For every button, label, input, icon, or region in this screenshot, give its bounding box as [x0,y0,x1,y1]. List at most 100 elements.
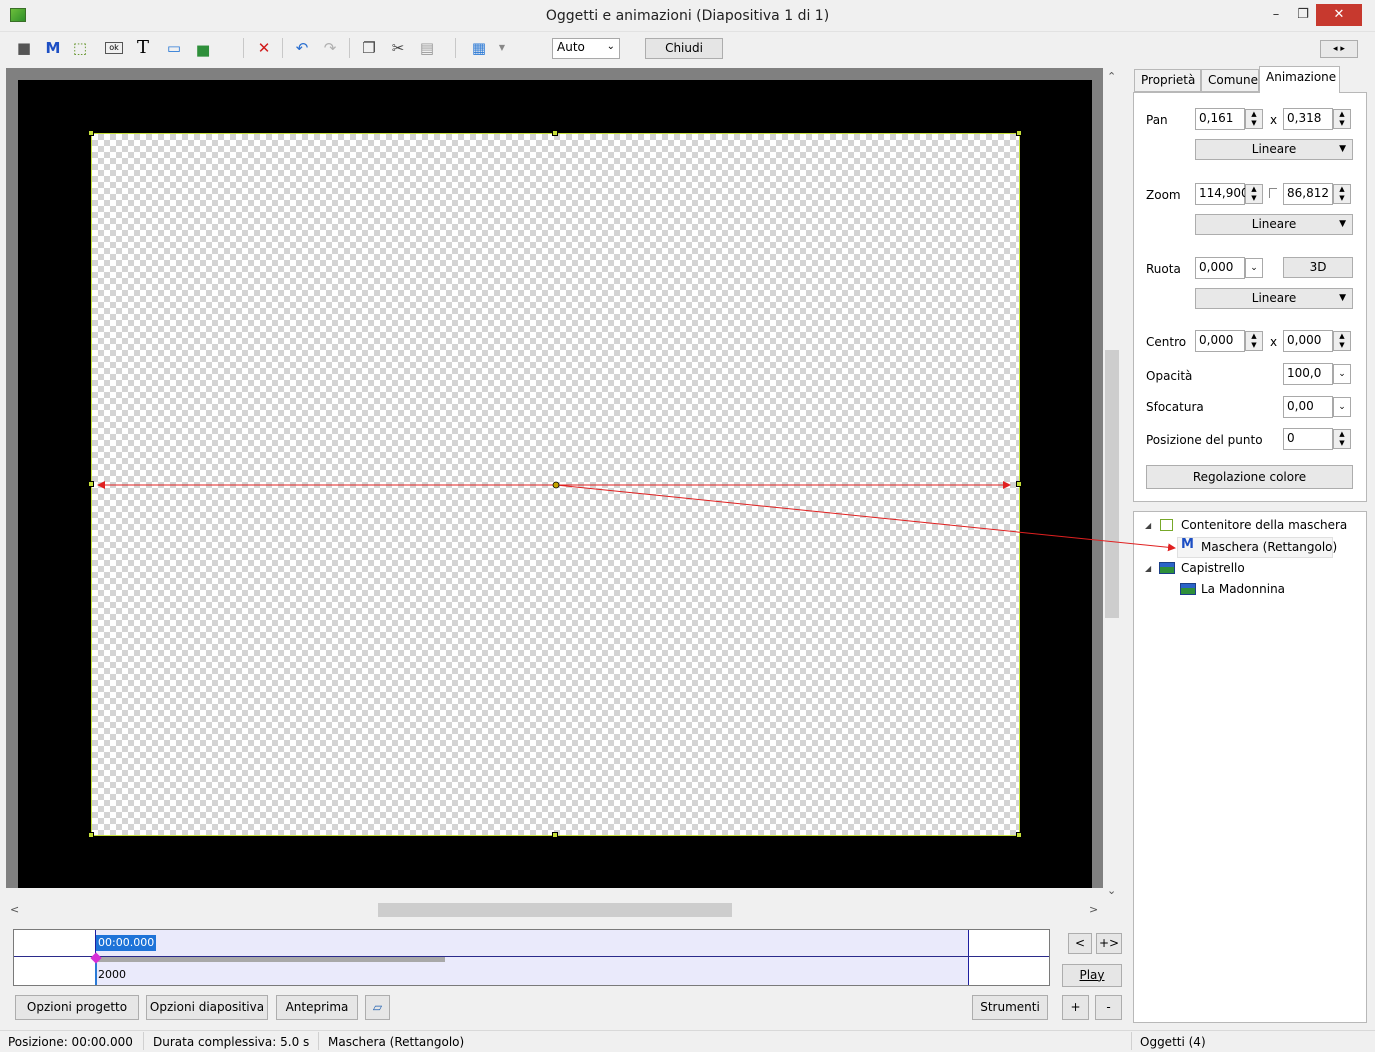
zoom-x-spinner[interactable]: ▲ ▼ [1245,184,1263,204]
opacity-dropdown[interactable]: ⌄ [1333,364,1351,384]
panel-nav-arrows[interactable]: ◂ ▸ [1320,40,1358,58]
tree-expand-icon[interactable]: ◢ [1145,564,1151,573]
frame-icon[interactable]: ⬚ [70,38,90,58]
tab-animation[interactable]: Animazione [1259,66,1340,93]
grid-icon[interactable]: ▦ [469,38,489,58]
prev-keyframe-button[interactable]: < [1068,933,1092,954]
rotate-interpolation-select[interactable]: Lineare ▼ [1195,288,1353,309]
preview-button[interactable]: Anteprima [276,995,358,1020]
mask-icon[interactable]: M [43,38,63,58]
zoom-interpolation-select[interactable]: Lineare ▼ [1195,214,1353,235]
opacity-input[interactable]: 100,0 [1283,363,1333,385]
resize-handle[interactable] [88,832,94,838]
button-icon[interactable]: ok [105,42,123,54]
close-window-button[interactable]: ✕ [1316,4,1362,26]
cut-icon[interactable]: ✂ [388,38,408,58]
frame-shape-icon[interactable]: ▱ [365,995,390,1020]
toolbar-separator [243,38,244,58]
tree-item[interactable]: Capistrello [1181,558,1245,578]
center-x-input[interactable]: 0,000 [1195,330,1245,352]
scroll-up-icon[interactable]: ⌃ [1107,70,1116,83]
horizontal-scrollbar[interactable]: < > [6,901,1103,919]
remove-keyframe-button[interactable]: - [1095,995,1122,1020]
zoom-x-input[interactable]: 114,900 [1195,183,1249,205]
status-duration: Durata complessiva: 5.0 s [153,1035,310,1049]
zoom-link-icon[interactable] [1269,188,1277,198]
x-separator: x [1270,113,1278,127]
rectangle-icon[interactable]: ▭ [164,38,184,58]
rotate-label: Ruota [1146,262,1181,276]
point-position-label: Posizione del punto [1146,433,1263,447]
zoom-select[interactable]: Auto ⌄ [552,38,620,59]
timeline-duration-label: 2000 [98,968,126,981]
rotate-3d-button[interactable]: 3D [1283,257,1353,278]
blur-label: Sfocatura [1146,400,1204,414]
status-separator [1131,1032,1132,1050]
resize-handle[interactable] [88,481,94,487]
pan-interpolation-select[interactable]: Lineare ▼ [1195,139,1353,160]
chevron-down-icon: ⌄ [606,41,615,52]
restore-button[interactable]: ❐ [1289,4,1317,26]
undo-icon[interactable]: ↶ [292,38,312,58]
resize-handle[interactable] [1016,130,1022,136]
resize-handle[interactable] [1016,481,1022,487]
chevron-down-icon: ▼ [1339,144,1346,154]
horizontal-scroll-thumb[interactable] [378,903,732,917]
tree-expand-icon[interactable]: ◢ [1145,521,1151,530]
zoom-interpolation-value: Lineare [1251,217,1297,231]
point-position-input[interactable]: 0 [1283,428,1333,450]
slide-options-button[interactable]: Opzioni diapositiva [146,995,268,1020]
pan-label: Pan [1146,113,1168,127]
chevron-down-icon[interactable]: ▼ [492,38,512,58]
resize-handle[interactable] [552,130,558,136]
chevron-down-icon: ▼ [1339,219,1346,229]
tools-button[interactable]: Strumenti [972,995,1048,1020]
minimize-button[interactable]: – [1262,4,1290,26]
center-y-spinner[interactable]: ▲ ▼ [1333,331,1351,351]
add-keyframe-button[interactable]: + [1062,995,1089,1020]
scroll-down-icon[interactable]: ⌄ [1107,884,1116,897]
camera-icon[interactable]: ■ [14,38,34,58]
tab-properties[interactable]: Proprietà [1134,69,1201,92]
pan-y-input[interactable]: 0,318 [1283,108,1333,130]
mask-rectangle[interactable] [91,133,1020,836]
tree-item[interactable]: Maschera (Rettangolo) [1201,537,1337,557]
vertical-scrollbar[interactable]: ⌃ ⌄ [1103,68,1121,897]
pan-x-input[interactable]: 0,161 [1195,108,1245,130]
resize-handle[interactable] [88,130,94,136]
zoom-y-spinner[interactable]: ▲ ▼ [1333,184,1351,204]
color-adjust-button[interactable]: Regolazione colore [1146,465,1353,489]
blur-input[interactable]: 0,00 [1283,396,1333,418]
scroll-right-icon[interactable]: > [1089,903,1098,916]
status-separator [143,1032,144,1050]
project-options-button[interactable]: Opzioni progetto [15,995,139,1020]
rotate-input[interactable]: 0,000 [1195,257,1245,279]
rotate-dropdown[interactable]: ⌄ [1245,258,1263,278]
blur-dropdown[interactable]: ⌄ [1333,397,1351,417]
zoom-select-value: Auto [557,40,585,54]
scroll-left-icon[interactable]: < [10,903,19,916]
status-selected-object: Maschera (Rettangolo) [328,1035,465,1049]
center-x-spinner[interactable]: ▲ ▼ [1245,331,1263,351]
close-button[interactable]: Chiudi [645,38,723,59]
tab-common[interactable]: Comune [1201,69,1259,92]
vertical-scroll-thumb[interactable] [1105,350,1119,618]
redo-icon[interactable]: ↷ [320,38,340,58]
play-button[interactable]: Play [1062,964,1122,987]
pan-y-spinner[interactable]: ▲ ▼ [1333,109,1351,129]
copy-icon[interactable]: ❐ [359,38,379,58]
center-y-input[interactable]: 0,000 [1283,330,1333,352]
image-icon[interactable]: ▅ [193,38,213,58]
text-icon[interactable]: T [133,38,153,58]
delete-icon[interactable]: ✕ [254,38,274,58]
point-position-spinner[interactable]: ▲ ▼ [1333,429,1351,449]
next-keyframe-button[interactable]: +> [1096,933,1122,954]
pan-interpolation-value: Lineare [1251,142,1297,156]
resize-handle[interactable] [552,832,558,838]
paste-icon[interactable]: ▤ [417,38,437,58]
tree-item[interactable]: La Madonnina [1201,579,1285,599]
pan-x-spinner[interactable]: ▲ ▼ [1245,109,1263,129]
resize-handle[interactable] [1016,832,1022,838]
tree-item[interactable]: Contenitore della maschera [1181,515,1347,535]
zoom-y-input[interactable]: 86,812 [1283,183,1333,205]
